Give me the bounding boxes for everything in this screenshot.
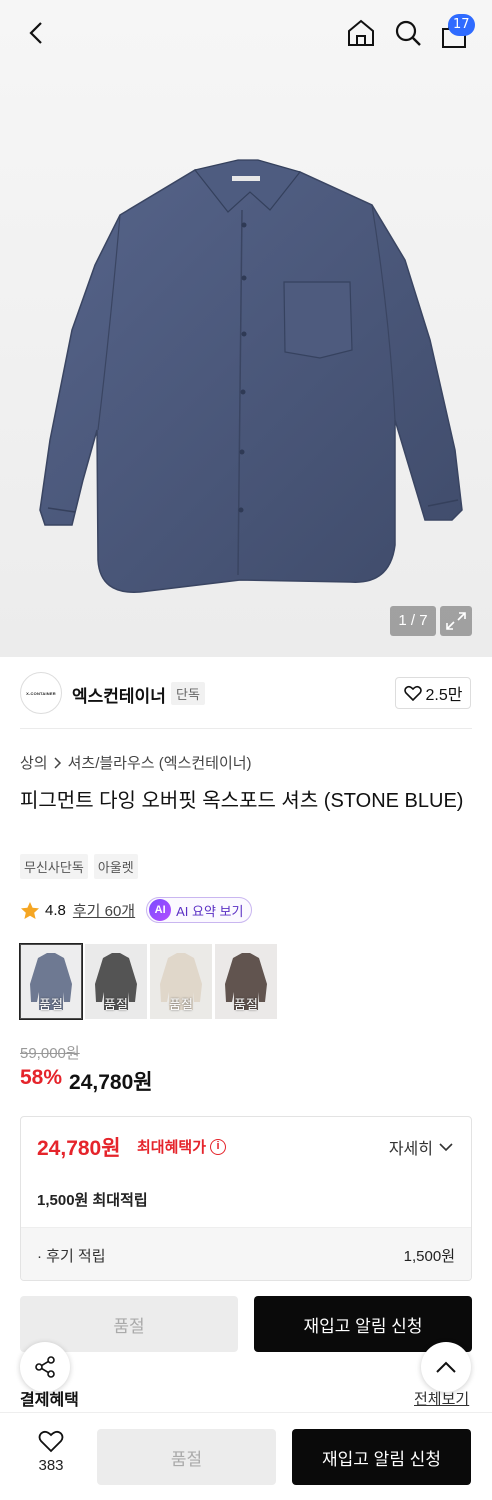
brand-exclusive-tag: 단독 [171,682,205,705]
chip-outlet: 아울렛 [93,854,138,879]
share-button[interactable] [20,1342,70,1392]
detail-label: 자세히 [388,1141,433,1158]
max-benefit-label: 최대혜택가 i [137,1136,227,1157]
expand-icon [446,612,466,630]
soldout-label: 품절 [169,997,193,1012]
brand-logo[interactable]: X-CONTAINER [20,672,62,714]
color-option[interactable]: 품절 [215,944,277,1019]
product-chips: 무신사단독 아울렛 [20,854,138,879]
soldout-label: 품절 [104,997,128,1012]
brand-row: X-CONTAINER 엑스컨테이너 단독 2.5만 [0,668,492,728]
scroll-top-button[interactable] [421,1342,471,1392]
brand-like-button[interactable]: 2.5만 [395,677,471,709]
wishlist-button[interactable]: 383 [22,1429,80,1474]
brand-like-count: 2.5만 [425,687,463,704]
bottom-restock-alert-button[interactable]: 재입고 알림 신청 [292,1429,471,1485]
rating-row: 4.8 후기 60개 AI AI 요약 보기 [20,896,253,924]
bottom-soldout-button[interactable]: 품절 [97,1429,276,1485]
max-points: 1,500원 최대적립 [37,1192,148,1209]
color-option[interactable]: 품절 [150,944,212,1019]
color-options: 품절 품절 품절 품절 [19,943,277,1020]
product-title: 피그먼트 다잉 오버핏 옥스포드 셔츠 (STONE BLUE) [20,790,464,812]
heart-icon [38,1430,64,1453]
home-icon[interactable] [344,16,378,50]
review-points-value: 1,500원 [403,1248,455,1265]
soldout-label: 품절 [234,997,258,1012]
review-count-link[interactable]: 후기 60개 [73,900,135,921]
divider [20,728,472,729]
soldout-label: 품절 [39,997,63,1012]
image-counter: 1 / 7 [390,606,436,636]
breadcrumb: 상의 셔츠/블라우스 (엑스컨테이너) [20,752,252,773]
rating-score: 4.8 [45,901,66,919]
breadcrumb-category[interactable]: 상의 [20,752,48,773]
breadcrumb-subcategory[interactable]: 셔츠/블라우스 (엑스컨테이너) [68,752,252,773]
back-arrow-icon[interactable] [22,18,52,48]
wishlist-count: 383 [38,1457,64,1474]
bottom-action-bar: 383 품절 재입고 알림 신청 [0,1412,492,1500]
original-price: 59,000원 [20,1045,80,1062]
info-icon[interactable]: i [210,1138,227,1155]
sale-price: 24,780원 [69,1071,153,1094]
detail-button[interactable]: 자세히 [389,1135,453,1159]
price-row: 58% 24,780원 [20,1066,153,1096]
ai-summary-label: AI 요약 보기 [176,903,244,919]
ai-summary-button[interactable]: AI AI 요약 보기 [146,897,253,923]
color-option[interactable]: 품절 [85,944,147,1019]
shirt-photo [39,159,463,593]
brand-logo-text: X-CONTAINER [26,690,56,696]
chevron-up-icon [436,1361,456,1373]
product-image[interactable] [0,0,492,657]
discount-rate: 58% [20,1066,63,1089]
star-icon [21,901,39,919]
max-benefit-price: 24,780원 [37,1137,121,1160]
brand-name[interactable]: 엑스컨테이너 [72,682,166,707]
benefit-box: 24,780원 최대혜택가 i 자세히 1,500원 최대적립 · 후기 적립 … [20,1116,472,1281]
see-all-link[interactable]: 전체보기 [414,1388,469,1409]
payment-benefit-heading: 결제혜택 [20,1392,79,1409]
chip-exclusive: 무신사단독 [20,854,88,879]
max-benefit-row[interactable]: 24,780원 최대혜택가 i 자세히 [21,1117,471,1173]
chevron-right-icon [54,756,61,769]
chevron-down-icon [439,1142,453,1151]
review-points-label: · 후기 적립 [37,1248,106,1265]
color-option[interactable]: 품절 [19,943,83,1020]
ai-icon: AI [149,899,172,921]
search-icon[interactable] [392,17,424,49]
max-benefit-text: 최대혜택가 [137,1139,207,1156]
cart-count-badge: 17 [448,14,475,36]
review-points-row: · 후기 적립 1,500원 [21,1227,471,1280]
heart-icon [403,685,422,701]
top-navigation: 17 [0,0,492,66]
share-icon [35,1356,55,1378]
expand-button[interactable] [440,606,472,636]
